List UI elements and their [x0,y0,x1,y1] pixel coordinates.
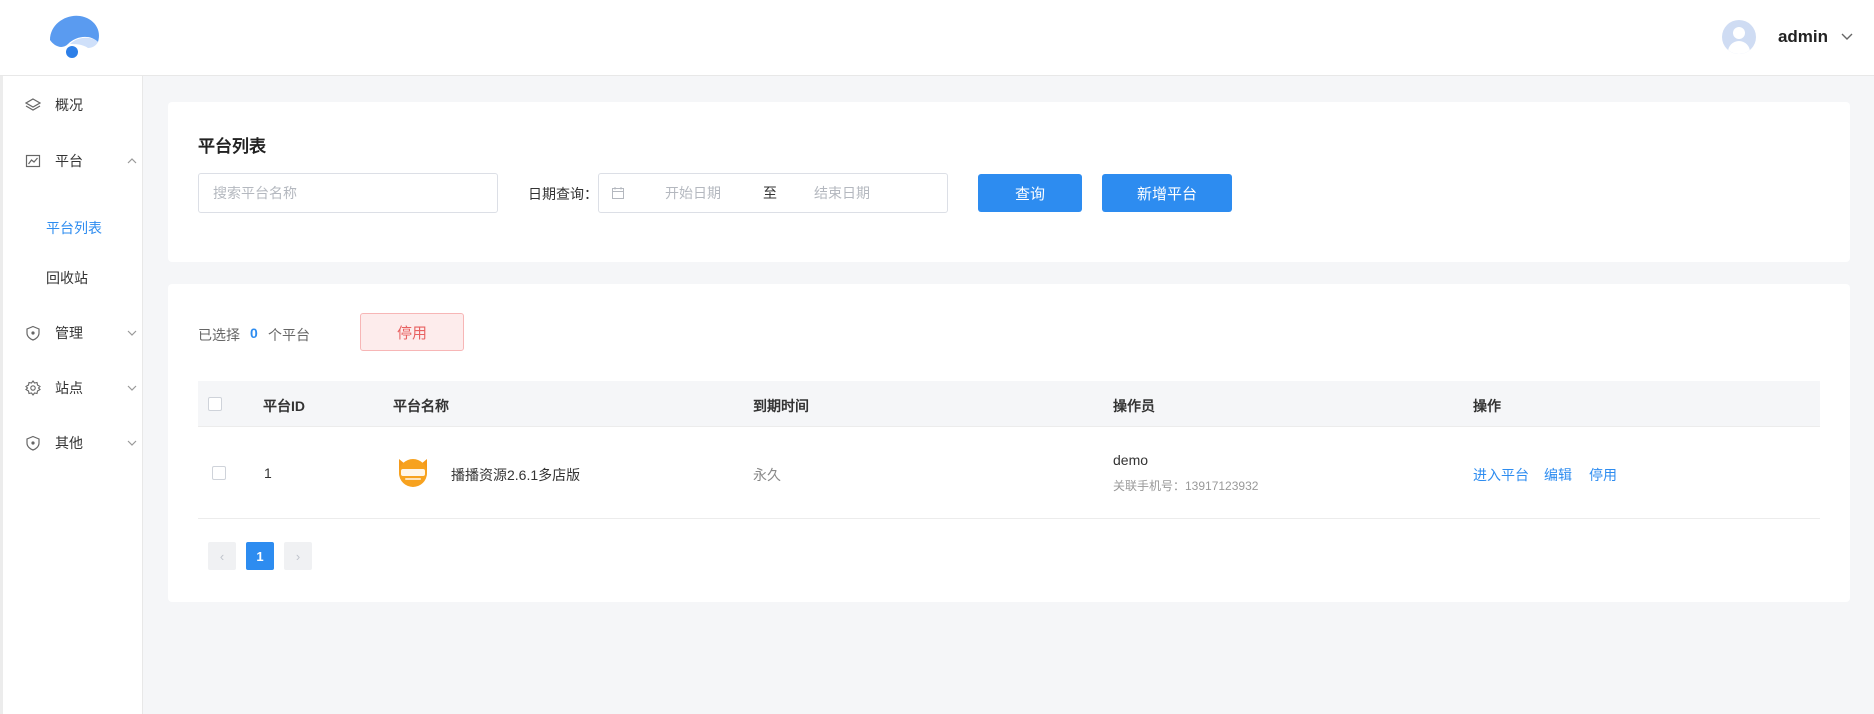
prev-page-button[interactable]: ‹ [208,542,236,570]
platform-expiry: 永久 [753,467,781,483]
platform-id: 1 [264,465,272,481]
sidebar-item-label: 平台 [55,153,83,169]
brand-logo-icon [50,15,100,58]
column-header-name: 平台名称 [393,398,449,414]
user-menu[interactable]: admin [1721,20,1854,54]
search-input[interactable] [198,173,498,213]
sidebar-item-site[interactable]: 站点 [25,376,137,400]
edit-link[interactable]: 编辑 [1544,465,1572,485]
page-number-button[interactable]: 1 [246,542,274,570]
operator-name: demo [1113,452,1149,468]
bulk-disable-button[interactable]: 停用 [360,313,464,351]
operator-phone: 关联手机号：13917123932 [1113,479,1259,493]
query-button[interactable]: 查询 [978,174,1082,212]
platform-table: 平台ID 平台名称 到期时间 操作员 操作 1 播播资源2.6.1多店版 永久 … [198,381,1820,519]
enter-platform-link[interactable]: 进入平台 [1473,465,1529,485]
sidebar-subitem-recycle-bin[interactable]: 回收站 [46,268,88,288]
avatar [1721,20,1756,54]
chevron-down-icon [127,385,137,391]
top-header: admin [0,0,1874,76]
next-page-button[interactable]: › [284,542,312,570]
sidebar-item-label: 站点 [55,380,83,396]
sidebar: 概况 平台 平台列表 回收站 管理 站点 其他 [0,76,143,714]
shield-icon [26,435,40,451]
chevron-down-icon [127,330,137,336]
chevron-down-icon [1841,33,1853,40]
filter-card: 平台列表 日期查询： 开始日期 至 结束日期 查询 新增平台 [168,102,1850,262]
table-row: 1 播播资源2.6.1多店版 永久 demo 关联手机号：13917123932… [198,427,1820,519]
sidebar-subitem-platform-list[interactable]: 平台列表 [46,218,102,238]
sidebar-item-other[interactable]: 其他 [25,431,137,455]
pagination: ‹ 1 › [208,542,312,570]
column-header-id: 平台ID [263,398,305,414]
sidebar-item-label: 其他 [55,435,83,451]
date-query-label: 日期查询： [528,186,598,202]
column-header-operator: 操作员 [1113,398,1155,414]
page-title: 平台列表 [198,137,266,156]
column-header-actions: 操作 [1473,398,1501,414]
date-end-field[interactable]: 结束日期 [814,183,870,203]
date-range-picker[interactable]: 开始日期 至 结束日期 [598,173,948,213]
sidebar-item-manage[interactable]: 管理 [25,321,137,345]
sidebar-item-overview[interactable]: 概况 [25,93,137,117]
gear-icon [25,380,41,396]
select-all-checkbox[interactable] [208,397,222,411]
column-header-expiry: 到期时间 [753,398,809,414]
chevron-up-icon [127,158,137,164]
shield-icon [26,325,40,341]
date-start-field[interactable]: 开始日期 [665,183,721,203]
platform-list-card: 已选择 0 个平台 停用 平台ID 平台名称 到期时间 操作员 操作 1 播播资… [168,284,1850,602]
add-platform-button[interactable]: 新增平台 [1102,174,1232,212]
sidebar-item-label: 概况 [55,97,83,113]
calendar-icon [612,187,624,199]
sidebar-item-platform[interactable]: 平台 [25,149,137,173]
chevron-down-icon [127,440,137,446]
table-header: 平台ID 平台名称 到期时间 操作员 操作 [198,381,1820,427]
selected-suffix: 个平台 [268,327,310,343]
platform-logo-icon [399,459,427,487]
disable-link[interactable]: 停用 [1589,465,1617,485]
sidebar-item-label: 管理 [55,325,83,341]
selected-count: 0 [250,325,258,341]
chart-icon [25,154,41,168]
selected-prefix: 已选择 [198,327,240,343]
row-checkbox[interactable] [212,466,226,480]
user-name: admin [1777,27,1828,46]
date-separator: 至 [763,185,777,201]
platform-name: 播播资源2.6.1多店版 [451,467,581,483]
layers-icon [25,98,41,111]
